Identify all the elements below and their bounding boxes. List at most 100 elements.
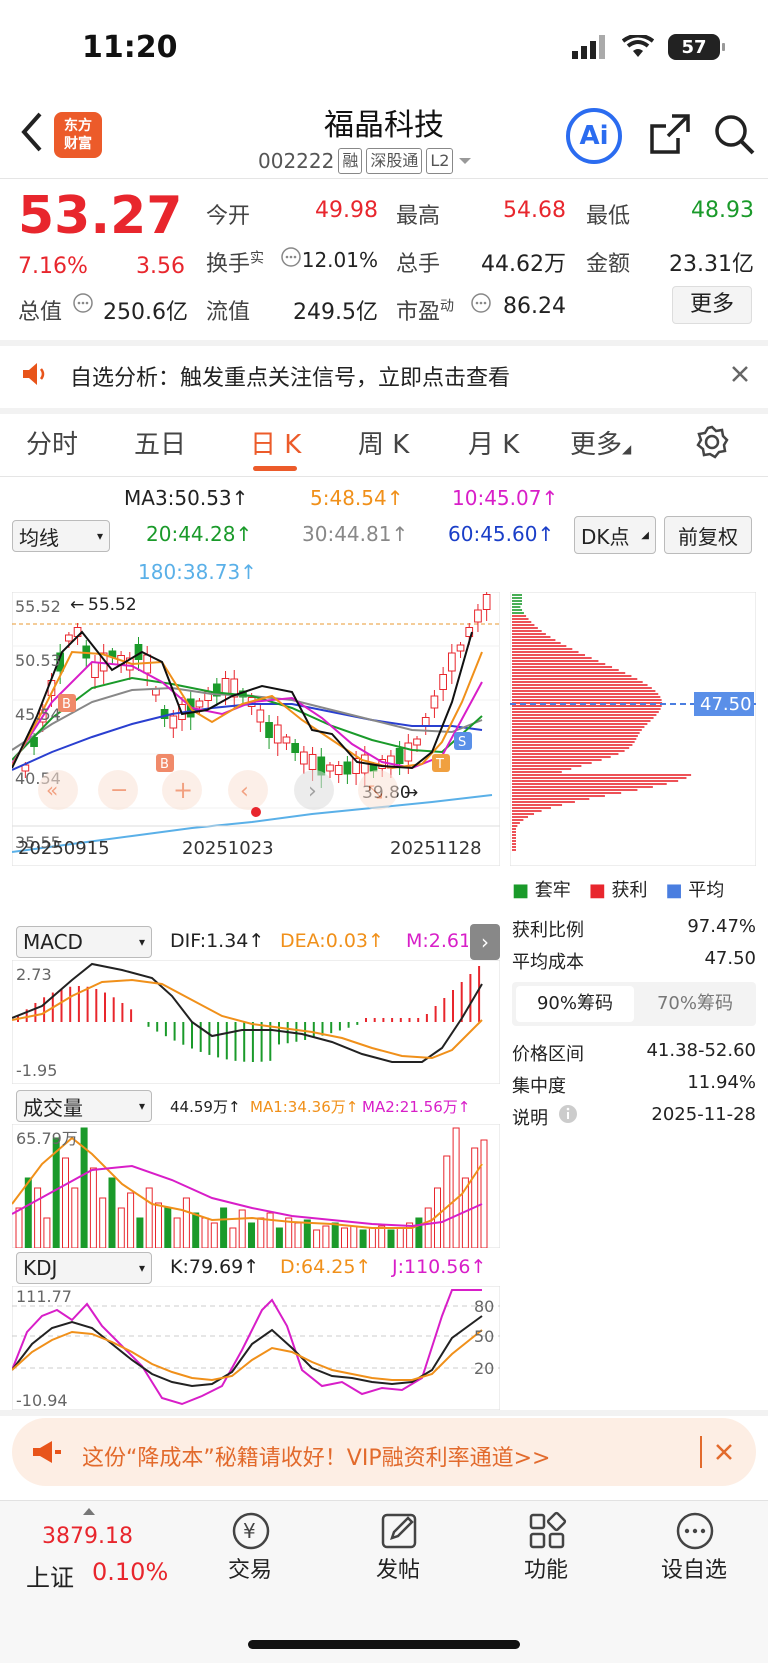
chip-bar [512,642,561,644]
chip-bar [512,759,602,761]
index-value[interactable]: 3879.18 [42,1524,133,1549]
tab-monthly-k[interactable]: 月 K [468,424,519,461]
avg-cost-label: 平均成本 [512,952,584,973]
tab-weekly-k[interactable]: 周 K [358,424,409,461]
chip-bar [512,786,653,788]
chip-bar [512,765,582,767]
macd-chart[interactable]: 2.73 -1.95 [12,960,500,1084]
search-button[interactable] [712,112,756,160]
volume-bar [155,1202,162,1248]
ma5-value: 5:48.54↑ [310,486,404,510]
alert-text[interactable]: 自选分析：触发重点关注信号，立即点击查看 [70,360,510,392]
caret-down-icon: ▾ [138,1261,145,1275]
stock-code-row[interactable]: 002222 融 深股通 L2 [258,148,473,174]
chip-bar [512,774,692,776]
nav-functions[interactable]: 功能 [486,1510,606,1584]
chip-bar [512,597,522,599]
expand-indicators-button[interactable]: › [470,924,500,960]
trade-icon: ¥ [232,1512,270,1550]
turnover-label-text: 换手 [206,252,251,277]
candle-body [447,652,456,672]
stock-code: 002222 [258,149,335,173]
more-button[interactable]: 更多 [672,286,752,324]
settings-gear-icon[interactable] [694,424,730,460]
volume-bar [248,1222,255,1248]
kdj-chart[interactable]: 111.77 -10.94 80 50 20 [12,1286,500,1410]
chip-tab-90[interactable]: 90%筹码 [516,986,634,1022]
macd-select[interactable]: MACD ▾ [16,926,152,958]
nav-post[interactable]: 发帖 [338,1510,458,1584]
share-button[interactable] [648,112,692,160]
chip-bar [512,735,638,737]
chip-bar [512,606,521,608]
close-icon[interactable] [714,1442,734,1462]
nav-functions-label: 功能 [523,1558,568,1583]
volume-bar [238,1209,246,1248]
index-pct[interactable]: 0.10% [92,1558,168,1586]
ma-selector-label: 均线 [19,525,59,550]
chip-distribution-chart[interactable]: 47.50 [510,592,756,866]
nav-watchlist[interactable]: 设自选 [634,1510,754,1584]
chip-bar [512,717,654,719]
chip-bar [512,723,648,725]
caret-down-icon: ▾ [138,1099,145,1113]
vol-ma1: MA1:34.36万↑ [250,1098,359,1116]
tab-daily-k[interactable]: 日 K [250,424,301,461]
kdj-top: 111.77 [16,1287,72,1306]
volume-bar [313,1229,321,1248]
vol-top: 65.79万 [16,1129,78,1148]
legend-locked-text: 套牢 [534,880,571,901]
close-icon[interactable] [730,364,750,384]
tab-five-day[interactable]: 五日 [134,424,186,461]
ai-button[interactable]: Ai [566,108,622,164]
chip-bar [512,813,535,815]
tab-intraday[interactable]: 分时 [26,424,78,461]
tab-more[interactable]: 更多◢ [570,424,631,461]
turnover-value: 12.01% [301,248,378,272]
volume-bar [331,1222,339,1248]
info-dots-icon[interactable] [72,292,94,314]
chip-bar [512,657,592,659]
kdj-selector-label: KDJ [23,1256,58,1280]
info-dots-icon[interactable] [470,292,492,314]
high-marker: 55.52 [88,595,137,615]
kline-chart[interactable]: 55.52 50.53 45.54 40.54 35.55 ← 55.52 39… [12,592,500,866]
chip-legend: ■ 套牢 ■ 获利 ■ 平均 [512,876,724,902]
candle-body [474,609,482,623]
volume-chart[interactable]: 65.79万 [12,1124,500,1248]
chip-bar [512,825,518,827]
candle-body [65,634,73,642]
ma-type-select[interactable]: 均线 ▾ [12,520,110,552]
speaker-icon [23,363,45,385]
dk-point-button[interactable]: DK点 ◢ [574,516,656,554]
nav-trade-label: 交易 [227,1558,272,1583]
candle-body [430,695,439,709]
share-icon [650,114,690,154]
chip-tab-70[interactable]: 70%筹码 [636,986,754,1022]
tag-connect: 深股通 [366,148,423,174]
volume-select[interactable]: 成交量 ▾ [16,1090,152,1122]
kdj-level-label: 50 [474,1327,494,1346]
section-gap-2 [0,408,768,414]
volume-bar [303,1219,311,1248]
chip-bar [512,672,626,674]
promo-text[interactable]: 这份“降成本”秘籍请收好！VIP融资利率通道>> [82,1440,550,1472]
nav-trade[interactable]: ¥ 交易 [190,1510,310,1584]
volume-bar [145,1187,153,1248]
volume-bar [415,1217,423,1248]
chip-bar [512,798,590,800]
index-name[interactable]: 上证 [26,1558,74,1593]
chip-bar [512,603,522,605]
chip-bar [512,810,542,812]
pe-sup: 动 [440,298,455,315]
caret-icon: ◢ [622,442,632,456]
volume-bar [396,1227,404,1248]
adjust-button[interactable]: 前复权 [664,516,752,554]
chip-bar [512,747,630,749]
chip-bar [512,636,551,638]
chip-bar [512,726,645,728]
volume-selector-label: 成交量 [23,1095,83,1120]
info-icon[interactable] [558,1104,578,1124]
kdj-select[interactable]: KDJ ▾ [16,1252,152,1284]
battery-icon: 57 [668,34,725,60]
